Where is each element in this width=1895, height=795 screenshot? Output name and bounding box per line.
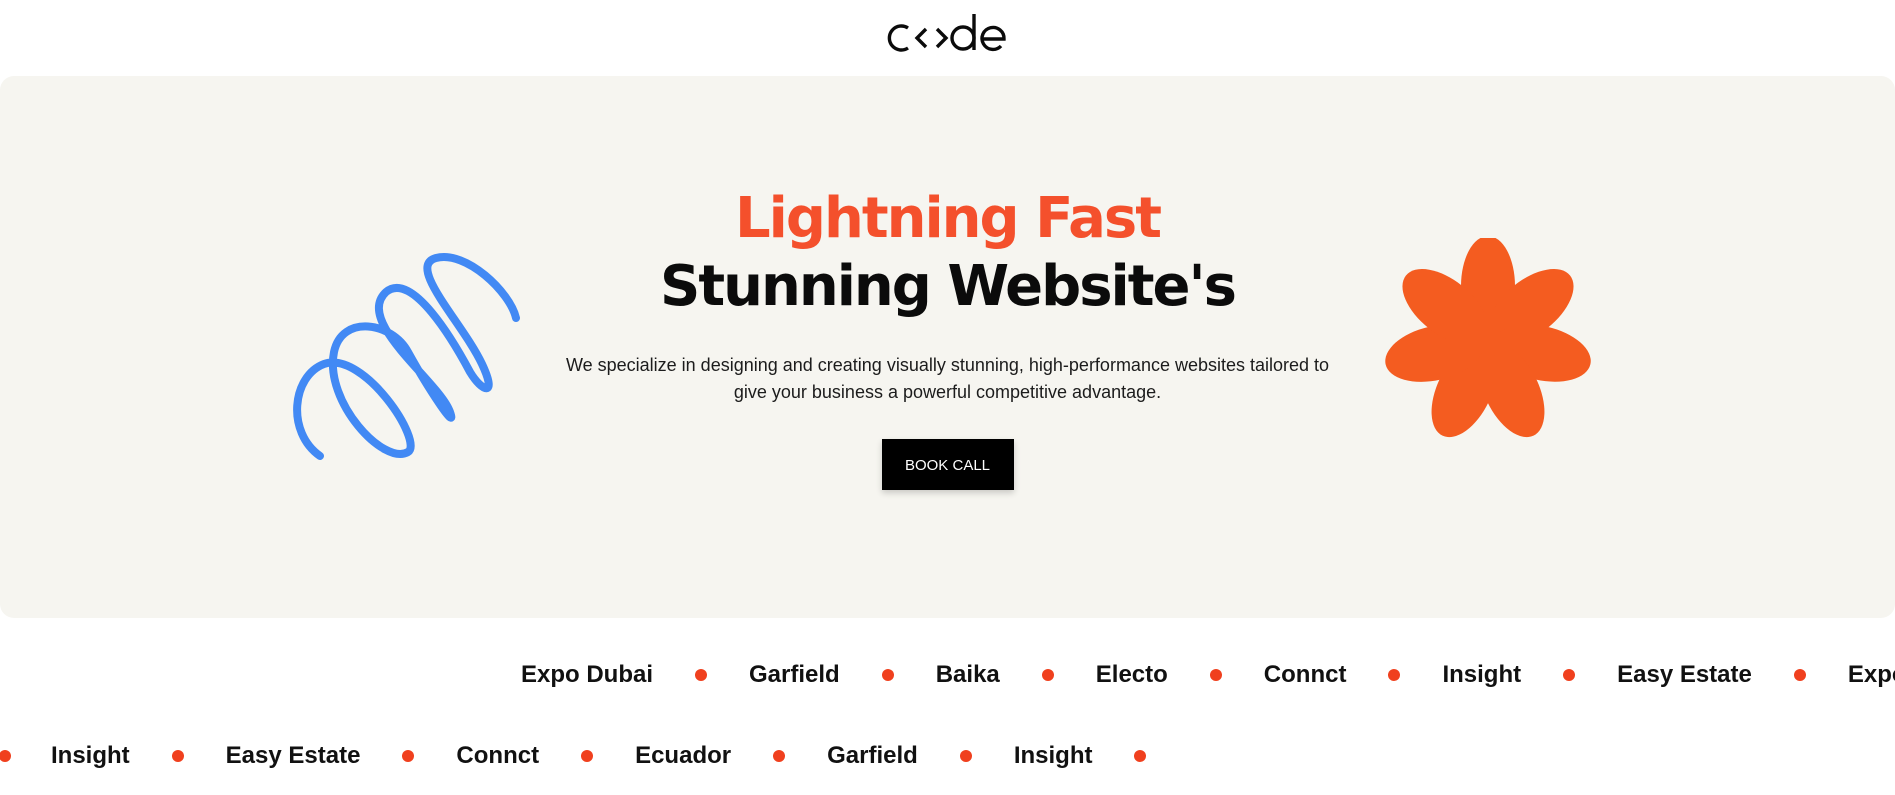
red-dot-icon	[1793, 669, 1806, 681]
red-dot-icon	[1388, 669, 1401, 681]
hero-subtitle: We specialize in designing and creating …	[565, 355, 1330, 402]
marquee-item: Baika	[935, 661, 1000, 688]
marquee-item: Ecuador	[635, 742, 732, 769]
marquee-item: Easy Estate	[1617, 661, 1752, 688]
red-dot-icon	[695, 669, 708, 681]
red-dot-icon	[1209, 669, 1222, 681]
marquee-item: Connct	[456, 742, 540, 769]
book-call-button[interactable]: BOOK CALL	[881, 439, 1014, 490]
red-dot-icon	[773, 750, 786, 762]
red-dot-icon	[881, 669, 894, 681]
marquee-item: Garfield	[749, 661, 840, 688]
red-dot-icon	[0, 750, 11, 762]
red-dot-icon	[1134, 750, 1147, 762]
hero-heading-accent: Lightning Fast	[735, 186, 1162, 251]
blue-spring-icon	[293, 253, 520, 460]
marquee-item: Garfield	[827, 742, 918, 769]
red-dot-icon	[959, 750, 972, 762]
client-marquee-bottom: Insight Easy Estate Connct Ecuador Garfield I…	[0, 736, 1895, 776]
red-dot-icon	[1041, 669, 1054, 681]
marquee-item: Insight	[1442, 661, 1522, 688]
marquee-item: Expo Dubai	[521, 661, 654, 688]
marquee-item: Insight	[51, 742, 130, 769]
red-dot-icon	[402, 750, 415, 762]
red-dot-icon	[1563, 669, 1576, 681]
marquee-item: Insight	[1013, 742, 1093, 769]
code-logo-icon	[887, 14, 1006, 52]
red-dot-icon	[581, 750, 594, 762]
marquee-item: Easy Estate	[225, 742, 361, 769]
marquee-item: Connct	[1263, 661, 1347, 688]
marquee-item: Expo	[1847, 661, 1895, 688]
site-logo[interactable]	[0, 6, 1895, 62]
red-dot-icon	[171, 750, 184, 762]
orange-flower-icon	[1385, 238, 1591, 438]
client-marquee-top: Expo Dubai Garfield Baika Electo Connct Insig…	[0, 655, 1895, 695]
marquee-item: Electo	[1095, 661, 1168, 688]
